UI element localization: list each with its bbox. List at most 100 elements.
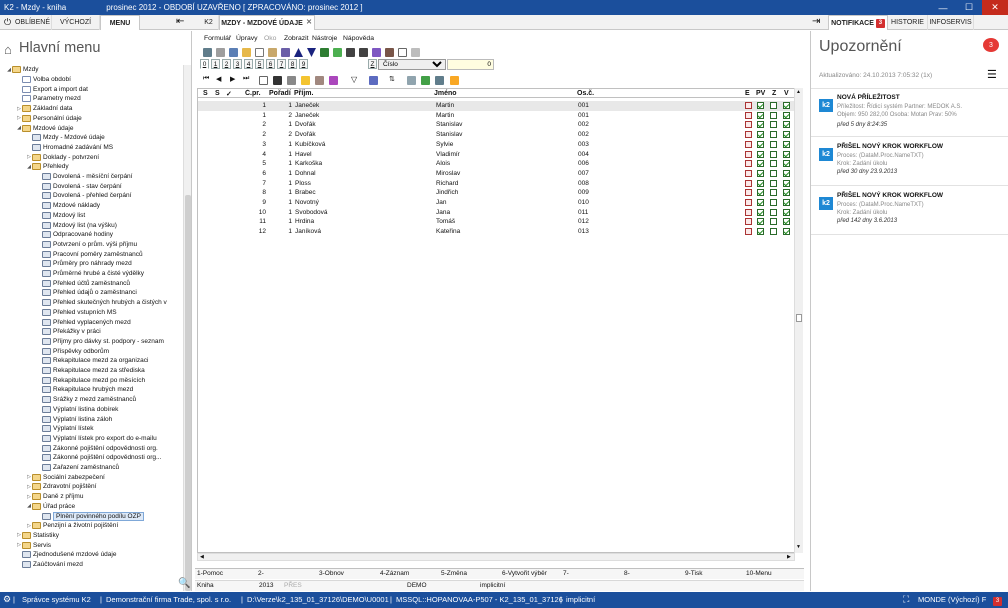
binoculars-icon[interactable] [346, 48, 355, 57]
check-v[interactable] [783, 169, 790, 177]
table-row[interactable]: 10 1 Svobodová Jana 011 [198, 208, 794, 218]
check-v[interactable] [783, 218, 790, 226]
document-icon[interactable] [259, 76, 268, 85]
grid-header-poradi[interactable]: Pořadí [269, 90, 291, 97]
index-tab-4[interactable]: 4 [244, 59, 253, 69]
tree-item[interactable]: Mzdový list (na výšku) [36, 220, 117, 230]
flag-e[interactable] [745, 150, 752, 158]
menu-form[interactable]: Formulář [204, 35, 231, 42]
copy-icon[interactable] [268, 48, 277, 57]
list-icon[interactable] [407, 76, 416, 85]
tree-item[interactable]: Dovolená - stav čerpání [36, 181, 122, 191]
tree-item[interactable]: Přehled údajů o zaměstnanci [36, 288, 137, 298]
grid-scrollbar-thumb[interactable] [796, 314, 802, 322]
tree-item[interactable]: Srážky z mezd zaměstnanců [36, 395, 136, 405]
tree-item[interactable]: Zákonné pojištění odpovědnosti org... [36, 453, 161, 463]
tab-menu[interactable]: MENU [100, 15, 140, 30]
flag-e[interactable] [745, 199, 752, 206]
check-pv[interactable] [757, 150, 764, 158]
tree-item[interactable]: Zařazení zaměstnanců [36, 463, 119, 473]
menu-edit[interactable]: Úpravy [236, 35, 258, 42]
check-pv[interactable] [757, 140, 764, 148]
find-icon[interactable] [273, 76, 282, 85]
check-v[interactable] [783, 228, 790, 236]
tree-item[interactable]: Přehled vstupních MS [36, 308, 117, 318]
tree-item[interactable]: Export a import dat [16, 84, 88, 94]
grid-scrollbar[interactable]: ▲ ▼ [794, 88, 803, 553]
index-tab-9[interactable]: 9 [299, 59, 308, 69]
tree-item[interactable]: Rekapitulace hrubých mezd [36, 385, 133, 395]
tree-item[interactable]: ▷ Statistiky [16, 531, 59, 541]
tree-item[interactable]: Volba období [16, 75, 71, 85]
check-pv[interactable] [757, 189, 764, 197]
notifications-count-bubble[interactable]: 3 [983, 38, 999, 52]
tree-item[interactable]: Přehled účtů zaměstnanců [36, 278, 130, 288]
tab-notifications[interactable]: NOTIFIKACE 3 [828, 15, 888, 30]
undo-icon[interactable] [229, 48, 238, 57]
table-row[interactable]: 11 1 Hrdina Tomáš 012 [198, 217, 794, 227]
table-row[interactable]: 4 1 Havel Vladimír 004 [198, 150, 794, 160]
tree-item[interactable]: ▷ Personální údaje [16, 114, 82, 124]
filter-user-icon[interactable] [372, 48, 381, 57]
fkey-5[interactable]: 5-Změna [441, 570, 467, 577]
tree-item[interactable]: ▷ Zdravotní pojištění [26, 482, 96, 492]
check-pv[interactable] [757, 218, 764, 226]
tree-item[interactable]: Hromadné zadávání MS [26, 143, 113, 153]
open-folder-icon[interactable] [242, 48, 251, 57]
fkey-4[interactable]: 4-Záznam [380, 570, 409, 577]
next-record-icon[interactable]: ▶ [230, 75, 235, 83]
scroll-left-icon[interactable]: ◀ [200, 554, 204, 560]
tree-item[interactable]: ◢ Mzdové údaje [16, 123, 73, 133]
check-pv[interactable] [757, 228, 764, 236]
grid-header-cpr[interactable]: Č.pr. [245, 90, 261, 97]
check-z[interactable] [770, 121, 777, 129]
table-row[interactable]: 1 2 Janeček Martin 001 [198, 111, 794, 121]
table-row[interactable]: 7 1 Ploss Richard 008 [198, 179, 794, 189]
check-pv[interactable] [757, 160, 764, 168]
tree-item[interactable]: Zaúčtování mezd [16, 560, 83, 570]
index-tab-Z[interactable]: Z [368, 59, 377, 69]
tree-item[interactable]: Potvrzení o prům. výši příjmu [36, 240, 137, 250]
table-row[interactable]: 6 1 Dohnal Miroslav 007 [198, 169, 794, 179]
tree-item[interactable]: Rekapitulace mezd za střediska [36, 366, 145, 376]
fkey-10[interactable]: 10-Menu [746, 570, 772, 577]
check-z[interactable] [770, 189, 777, 197]
check-z[interactable] [770, 160, 777, 168]
table-row[interactable]: 3 1 Kubíčková Sylvie 003 [198, 140, 794, 150]
menu-tools[interactable]: Nástroje [312, 35, 337, 42]
grid-header-pv[interactable]: PV [756, 90, 765, 97]
maximize-icon[interactable]: ☐ [956, 0, 982, 15]
flag-e[interactable] [745, 140, 752, 148]
mail-icon[interactable] [398, 48, 407, 57]
tree-item[interactable]: ◢ Mzdy [6, 65, 39, 75]
tree-item[interactable]: Rekapitulace mezd za organizaci [36, 356, 148, 366]
left-scrollbar[interactable] [183, 65, 191, 591]
star-icon[interactable] [301, 76, 310, 85]
menu-view[interactable]: Zobrazit [284, 35, 309, 42]
tree-item[interactable]: Překážky v práci [36, 327, 101, 337]
fkey-2[interactable]: 2- [258, 570, 264, 577]
book-icon[interactable] [281, 48, 290, 57]
left-scrollbar-thumb[interactable] [185, 195, 191, 591]
scroll-right-icon[interactable]: ▶ [787, 554, 791, 560]
tools-icon[interactable] [385, 48, 394, 57]
check-pv[interactable] [757, 131, 764, 139]
grid-header-e[interactable]: E [745, 90, 750, 97]
flag-e[interactable] [745, 228, 752, 236]
tree-item[interactable]: ▷ Daně z příjmu [26, 492, 83, 502]
grid-header-jmeno[interactable]: Jméno [434, 90, 457, 97]
check-pv[interactable] [757, 111, 764, 119]
tree-item[interactable]: Odpracované hodiny [36, 230, 113, 240]
check-z[interactable] [770, 199, 777, 206]
notification-card[interactable]: k2 PŘIŠEL NOVÝ KROK WORKFLOW Proces: (Data… [811, 187, 1008, 235]
tree-item[interactable]: Dovolená - přehled čerpání [36, 191, 131, 201]
check-z[interactable] [770, 179, 777, 187]
check-z[interactable] [770, 150, 777, 158]
tree-item[interactable]: Zákonné pojištění odpovědnosti org. [36, 443, 158, 453]
check-v[interactable] [783, 150, 790, 158]
index-tab-0[interactable]: 0 [200, 59, 209, 69]
table-row[interactable]: 2 1 Dvořák Stanislav 002 [198, 120, 794, 130]
fkey-6[interactable]: 6-Vytvořit výběr [502, 570, 547, 577]
search-value-input[interactable] [447, 59, 494, 70]
tree-item[interactable]: Zjednodušené mzdové údaje [16, 550, 116, 560]
